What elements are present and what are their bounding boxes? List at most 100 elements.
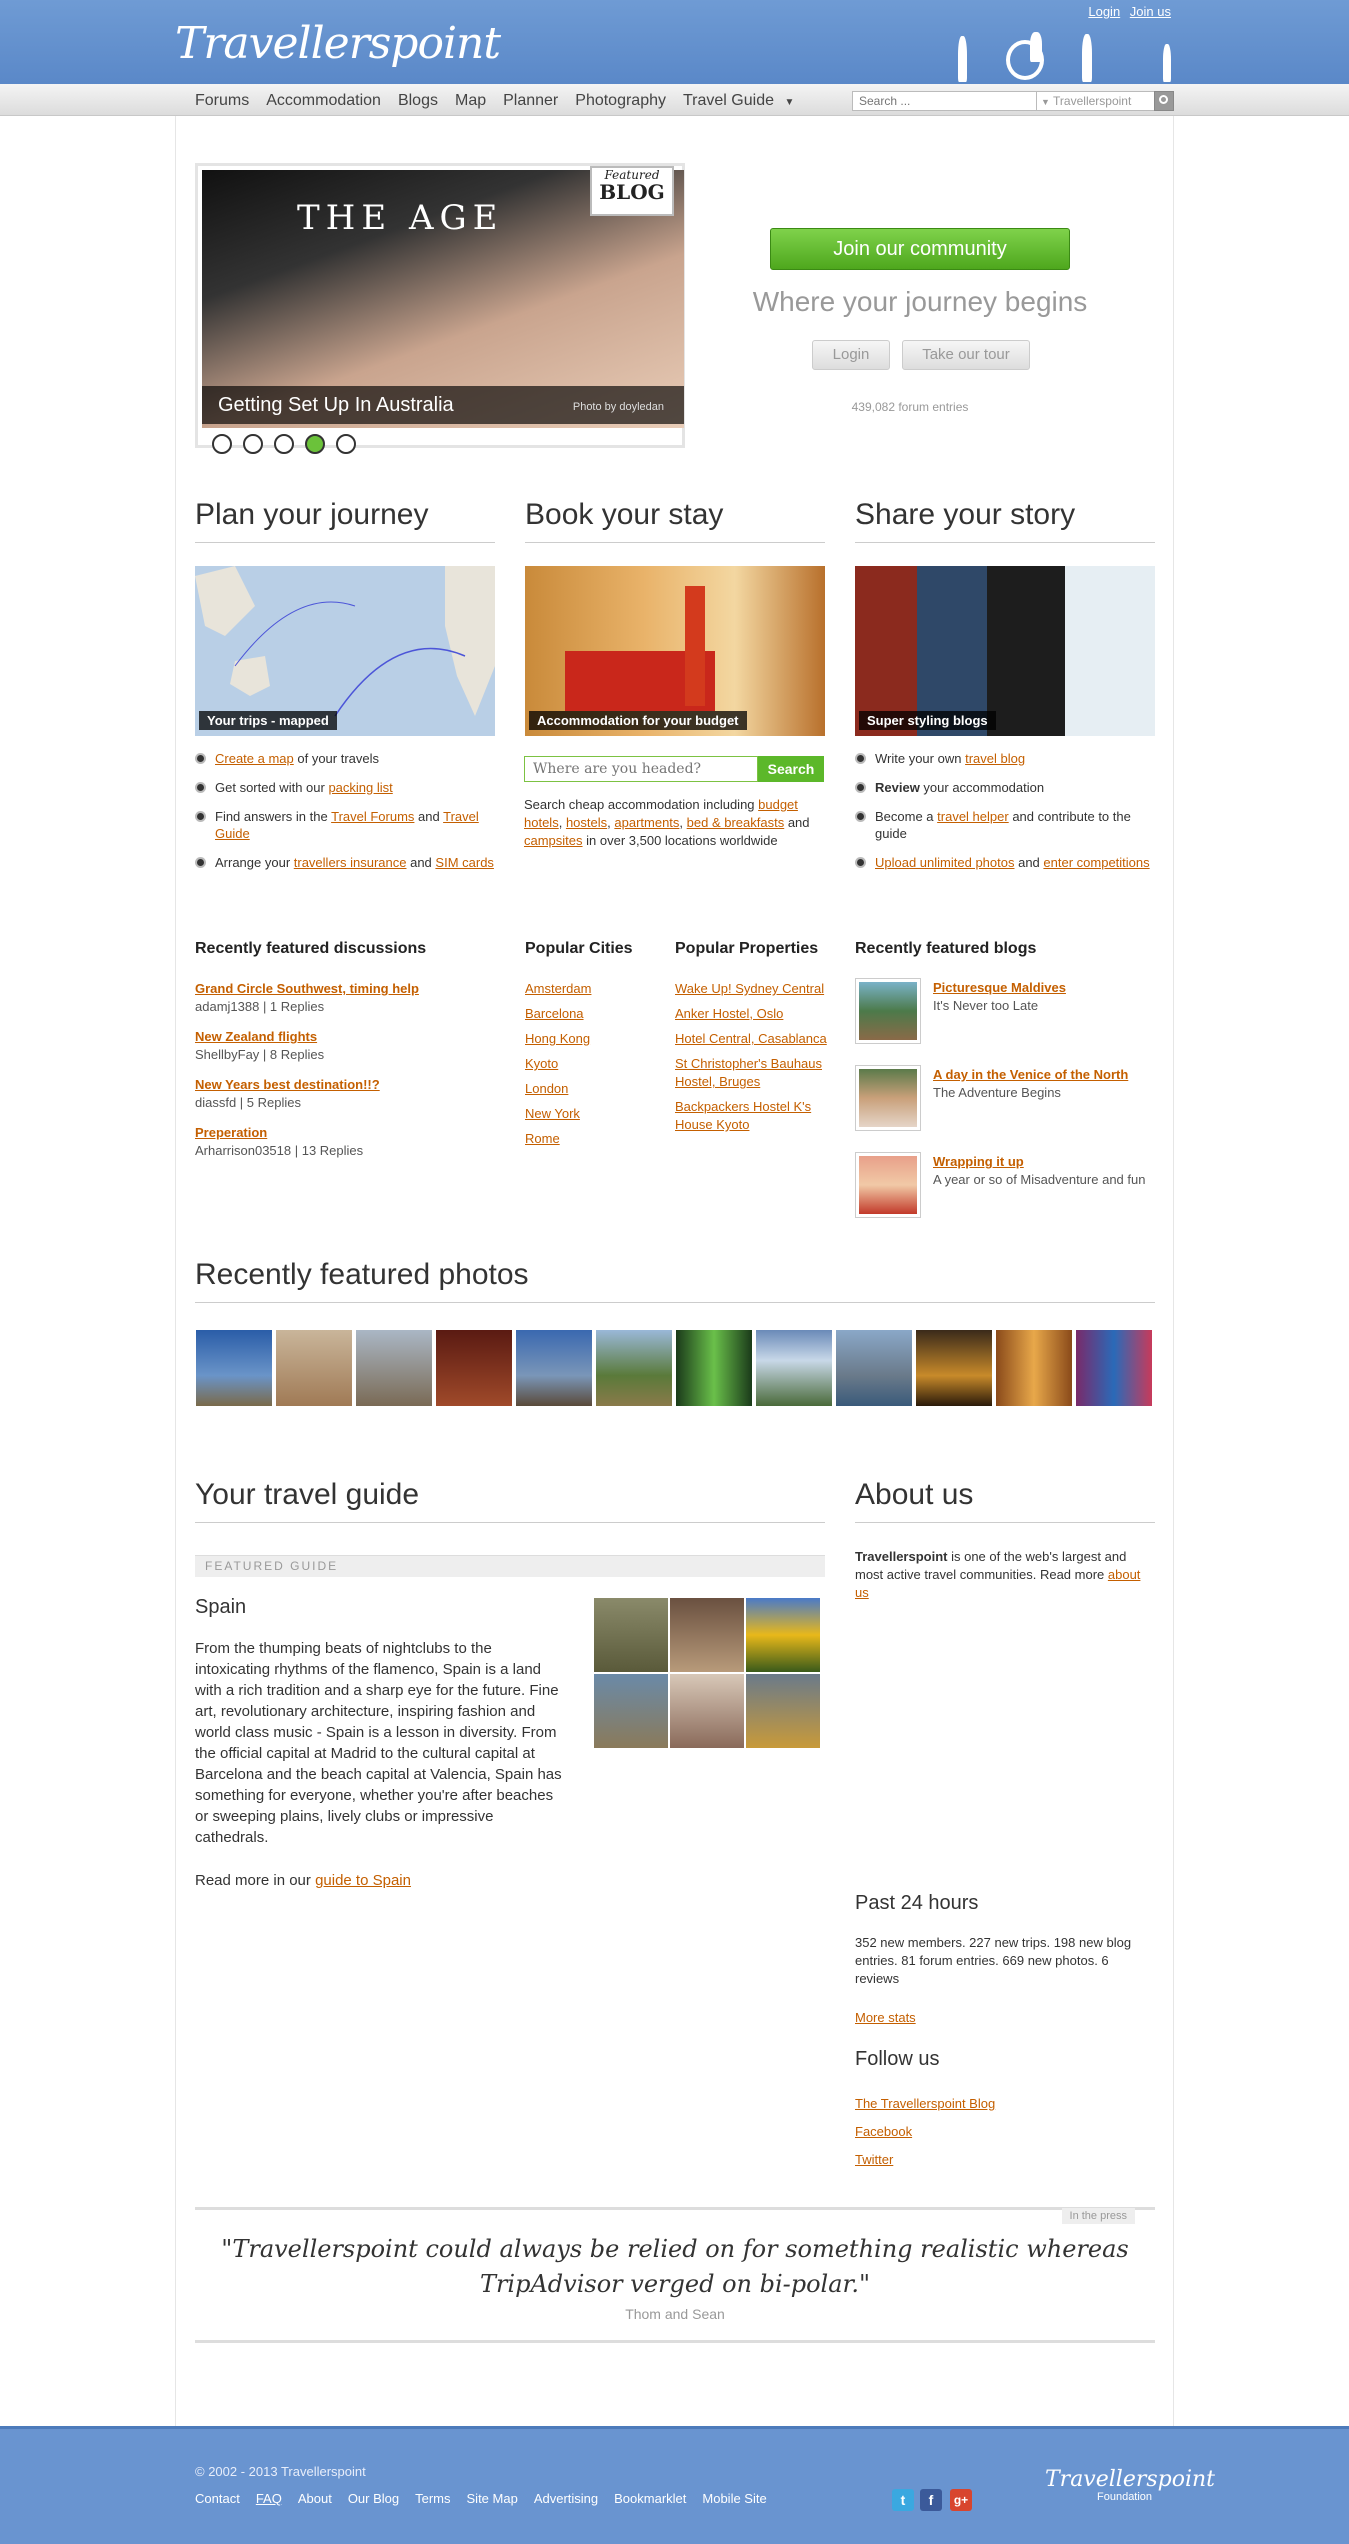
sim-cards-link[interactable]: SIM cards bbox=[435, 855, 494, 870]
accommodation-image[interactable]: Accommodation for your budget bbox=[525, 566, 825, 736]
guide-photo[interactable] bbox=[594, 1598, 668, 1672]
featured-photo-thumb[interactable] bbox=[1076, 1330, 1152, 1406]
slide-dot-5[interactable] bbox=[336, 434, 356, 454]
more-stats-link[interactable]: More stats bbox=[855, 2010, 916, 2025]
create-map-link[interactable]: Create a map bbox=[215, 751, 294, 766]
guide-photo[interactable] bbox=[670, 1598, 744, 1672]
nav-forums[interactable]: Forums bbox=[195, 92, 249, 110]
take-tour-button[interactable]: Take our tour bbox=[902, 340, 1030, 370]
slide-dot-1[interactable] bbox=[212, 434, 232, 454]
featured-photo-thumb[interactable] bbox=[996, 1330, 1072, 1406]
twitter-icon[interactable]: t bbox=[892, 2489, 914, 2511]
discussion-title[interactable]: Preperation bbox=[195, 1125, 267, 1140]
blog-title[interactable]: A day in the Venice of the North bbox=[933, 1067, 1128, 1082]
city-link[interactable]: Rome bbox=[525, 1131, 560, 1146]
discussion-title[interactable]: Grand Circle Southwest, timing help bbox=[195, 981, 419, 996]
slide-dot-4-active[interactable] bbox=[305, 434, 325, 454]
city-link[interactable]: Kyoto bbox=[525, 1056, 558, 1071]
property-link[interactable]: Backpackers Hostel K's House Kyoto bbox=[675, 1099, 811, 1132]
site-logo[interactable]: Travellerspoint bbox=[175, 18, 501, 69]
slide-title[interactable]: Getting Set Up In Australia bbox=[218, 394, 454, 417]
guide-title[interactable]: Spain bbox=[195, 1596, 246, 1619]
hostels-link[interactable]: hostels bbox=[566, 815, 607, 830]
follow-blog-link[interactable]: The Travellerspoint Blog bbox=[855, 2096, 995, 2111]
footer-advertising-link[interactable]: Advertising bbox=[534, 2491, 598, 2506]
travel-helper-link[interactable]: travel helper bbox=[937, 809, 1009, 824]
blog-thumbnail[interactable] bbox=[855, 1152, 921, 1218]
nav-accommodation[interactable]: Accommodation bbox=[266, 92, 381, 110]
apartments-link[interactable]: apartments bbox=[614, 815, 679, 830]
property-link[interactable]: Wake Up! Sydney Central bbox=[675, 981, 824, 996]
featured-slider[interactable]: THE AGE Featured BLOG Getting Set Up In … bbox=[195, 163, 685, 454]
slide-dot-3[interactable] bbox=[274, 434, 294, 454]
property-link[interactable]: Hotel Central, Casablanca bbox=[675, 1031, 827, 1046]
guide-photo[interactable] bbox=[670, 1674, 744, 1748]
city-link[interactable]: London bbox=[525, 1081, 568, 1096]
hero-login-button[interactable]: Login bbox=[812, 340, 890, 370]
guide-photo[interactable] bbox=[746, 1674, 820, 1748]
facebook-icon[interactable]: f bbox=[920, 2489, 942, 2511]
campsites-link[interactable]: campsites bbox=[524, 833, 583, 848]
footer-blog-link[interactable]: Our Blog bbox=[348, 2491, 399, 2506]
login-link[interactable]: Login bbox=[1088, 4, 1120, 19]
follow-facebook-link[interactable]: Facebook bbox=[855, 2124, 912, 2139]
featured-photo-thumb[interactable] bbox=[756, 1330, 832, 1406]
competitions-link[interactable]: enter competitions bbox=[1043, 855, 1149, 870]
footer-contact-link[interactable]: Contact bbox=[195, 2491, 240, 2506]
blog-title[interactable]: Picturesque Maldives bbox=[933, 980, 1066, 995]
featured-photo-thumb[interactable] bbox=[436, 1330, 512, 1406]
slide-dot-2[interactable] bbox=[243, 434, 263, 454]
featured-photo-thumb[interactable] bbox=[596, 1330, 672, 1406]
featured-photo-thumb[interactable] bbox=[276, 1330, 352, 1406]
search-button[interactable] bbox=[1154, 91, 1174, 111]
footer-terms-link[interactable]: Terms bbox=[415, 2491, 450, 2506]
upload-photos-link[interactable]: Upload unlimited photos bbox=[875, 855, 1014, 870]
property-link[interactable]: St Christopher's Bauhaus Hostel, Bruges bbox=[675, 1056, 822, 1089]
site-search-input[interactable] bbox=[852, 91, 1037, 111]
nav-blogs[interactable]: Blogs bbox=[398, 92, 438, 110]
footer-logo[interactable]: Travellerspoint bbox=[1045, 2467, 1215, 2492]
insurance-link[interactable]: travellers insurance bbox=[294, 855, 407, 870]
destination-input[interactable] bbox=[524, 756, 758, 782]
discussion-title[interactable]: New Years best destination!!? bbox=[195, 1077, 380, 1092]
footer-about-link[interactable]: About bbox=[298, 2491, 332, 2506]
footer-faq-link[interactable]: FAQ bbox=[256, 2491, 282, 2506]
city-link[interactable]: Barcelona bbox=[525, 1006, 584, 1021]
featured-photo-thumb[interactable] bbox=[836, 1330, 912, 1406]
city-link[interactable]: Amsterdam bbox=[525, 981, 591, 996]
join-community-button[interactable]: Join our community bbox=[770, 228, 1070, 270]
city-link[interactable]: Hong Kong bbox=[525, 1031, 590, 1046]
trips-map-image[interactable]: Your trips - mapped bbox=[195, 566, 495, 736]
nav-map[interactable]: Map bbox=[455, 92, 486, 110]
city-link[interactable]: New York bbox=[525, 1106, 580, 1121]
blog-styles-image[interactable]: Super styling blogs bbox=[855, 566, 1155, 736]
guide-photo[interactable] bbox=[746, 1598, 820, 1672]
blog-thumbnail[interactable] bbox=[855, 1065, 921, 1131]
featured-photo-thumb[interactable] bbox=[516, 1330, 592, 1406]
featured-photo-thumb[interactable] bbox=[196, 1330, 272, 1406]
featured-photo-thumb[interactable] bbox=[916, 1330, 992, 1406]
travel-forums-link[interactable]: Travel Forums bbox=[331, 809, 414, 824]
property-link[interactable]: Anker Hostel, Oslo bbox=[675, 1006, 783, 1021]
google-plus-icon[interactable]: g+ bbox=[950, 2489, 972, 2511]
join-link[interactable]: Join us bbox=[1130, 4, 1171, 19]
travel-blog-link[interactable]: travel blog bbox=[965, 751, 1025, 766]
footer-sitemap-link[interactable]: Site Map bbox=[467, 2491, 518, 2506]
nav-planner[interactable]: Planner bbox=[503, 92, 558, 110]
featured-photo-thumb[interactable] bbox=[676, 1330, 752, 1406]
search-scope-select[interactable]: ▼ Travellerspoint bbox=[1037, 91, 1155, 111]
follow-twitter-link[interactable]: Twitter bbox=[855, 2152, 893, 2167]
guide-spain-link[interactable]: guide to Spain bbox=[315, 1872, 411, 1889]
nav-travel-guide[interactable]: Travel Guide ▼ bbox=[683, 92, 794, 110]
packing-list-link[interactable]: packing list bbox=[328, 780, 392, 795]
featured-photo-thumb[interactable] bbox=[356, 1330, 432, 1406]
blog-thumbnail[interactable] bbox=[855, 978, 921, 1044]
footer-bookmarklet-link[interactable]: Bookmarklet bbox=[614, 2491, 686, 2506]
bed-breakfasts-link[interactable]: bed & breakfasts bbox=[687, 815, 785, 830]
guide-photo[interactable] bbox=[594, 1674, 668, 1748]
blog-title[interactable]: Wrapping it up bbox=[933, 1154, 1024, 1169]
footer-mobile-link[interactable]: Mobile Site bbox=[702, 2491, 766, 2506]
discussion-title[interactable]: New Zealand flights bbox=[195, 1029, 317, 1044]
nav-photography[interactable]: Photography bbox=[575, 92, 666, 110]
accommodation-search-button[interactable]: Search bbox=[758, 756, 824, 782]
